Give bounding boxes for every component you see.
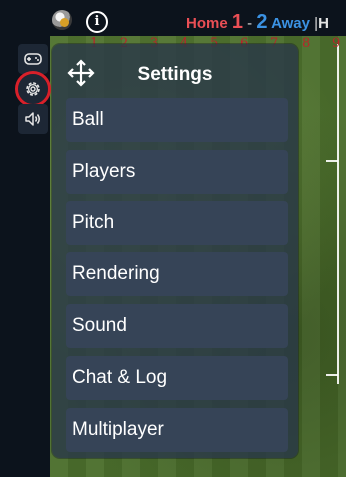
settings-title: Settings: [137, 64, 213, 85]
home-label: Home: [186, 15, 228, 32]
gear-icon: [26, 82, 40, 96]
gamepad-icon: [24, 53, 42, 65]
pitch-line-right: [337, 44, 339, 384]
info-icon[interactable]: i: [86, 11, 108, 33]
menu-item-multiplayer[interactable]: Multiplayer: [66, 408, 288, 452]
scoreboard: Home 1 - 2 Away |H: [186, 11, 329, 34]
top-bar: i Home 1 - 2 Away |H: [0, 0, 346, 36]
menu-item-sound[interactable]: Sound: [66, 304, 288, 348]
volume-icon: [25, 112, 40, 126]
score-dash: -: [247, 15, 253, 32]
home-score: 1: [231, 11, 243, 33]
away-label: Away: [271, 15, 310, 32]
gamepad-button[interactable]: [18, 44, 48, 74]
menu-item-pitch[interactable]: Pitch: [66, 201, 288, 245]
pitch-mark-1: [326, 160, 338, 162]
settings-button[interactable]: [15, 71, 51, 107]
pitch-mark-2: [326, 374, 338, 376]
column-number: 9: [332, 36, 341, 51]
menu-item-ball[interactable]: Ball: [66, 98, 288, 142]
settings-panel: Settings Ball Players Pitch Rendering So…: [52, 44, 298, 458]
sound-button[interactable]: [18, 104, 48, 134]
menu-item-chat-log[interactable]: Chat & Log: [66, 356, 288, 400]
score-trail: H: [318, 15, 329, 32]
away-score: 2: [256, 11, 268, 33]
coin-icon: [60, 18, 69, 27]
menu-item-players[interactable]: Players: [66, 150, 288, 194]
menu-item-rendering[interactable]: Rendering: [66, 252, 288, 296]
column-number: 8: [302, 36, 311, 51]
